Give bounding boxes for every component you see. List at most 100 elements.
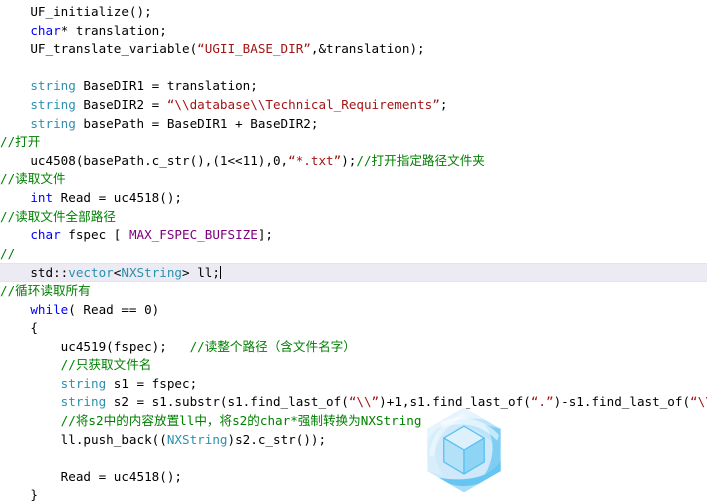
code-token-type: NXString	[166, 431, 228, 447]
code-token-plain: uc4519(fspec);	[60, 338, 190, 354]
code-token-cmt: //	[0, 245, 16, 261]
code-line[interactable]: uc4519(fspec); //读整个路径（含文件名字）	[0, 338, 707, 357]
code-editor[interactable]: UF_initialize(); char* translation; UF_t…	[0, 0, 707, 503]
code-line[interactable]: int Read = uc4518();	[0, 189, 707, 208]
code-line[interactable]: //将s2中的内容放置ll中，将s2的char*强制转换为NXString	[0, 412, 707, 431]
code-token-type: string	[60, 394, 107, 410]
code-token-type: NXString	[121, 265, 183, 281]
code-line[interactable]: //读取文件全部路径	[0, 208, 707, 227]
code-line[interactable]: while( Read == 0)	[0, 301, 707, 320]
code-token-kw: char	[30, 22, 61, 38]
code-line[interactable]: string s2 = s1.substr(s1.find_last_of(“\…	[0, 393, 707, 412]
code-line[interactable]: string s1 = fspec;	[0, 375, 707, 394]
code-token-str: “*.txt”	[288, 152, 342, 168]
code-token-kw: int	[30, 189, 54, 205]
code-token-cmt: //读取文件	[0, 171, 66, 187]
code-line[interactable]: //读取文件	[0, 170, 707, 189]
code-token-cmt: //读整个路径（含文件名字）	[189, 338, 356, 354]
code-token-cmt: //打开指定路径文件夹	[356, 152, 485, 168]
code-token-plain: fspec [	[60, 227, 129, 243]
code-token-type: string	[60, 375, 107, 391]
code-line[interactable]: Read = uc4518();	[0, 468, 707, 487]
code-token-plain: <	[113, 265, 122, 281]
code-line[interactable]: }	[0, 486, 707, 503]
code-line[interactable]: std::vector<NXString> ll;	[0, 263, 707, 282]
code-token-str: “.”	[530, 394, 554, 410]
code-token-plain: * translation;	[60, 22, 167, 38]
code-line[interactable]: //	[0, 245, 707, 264]
code-line[interactable]: string BaseDIR2 = “\\database\\Technical…	[0, 96, 707, 115]
code-token-plain: )+1,s1.find_last_of(	[379, 394, 531, 410]
code-line[interactable]: UF_initialize();	[0, 3, 707, 22]
code-token-cmt: //循环读取所有	[0, 282, 91, 298]
code-token-type: string	[30, 115, 76, 131]
code-token-cmt: //只获取文件名	[60, 357, 152, 373]
code-line[interactable]: char fspec [ MAX_FSPEC_BUFSIZE];	[0, 226, 707, 245]
code-token-plain: UF_initialize();	[30, 4, 152, 19]
code-token-plain: uc4508(basePath.c_str(),(1<<11),0,	[30, 152, 289, 168]
code-token-type: string	[30, 78, 76, 94]
code-token-plain: > ll;	[182, 265, 220, 281]
code-token-type: string	[30, 96, 76, 112]
code-token-cmt: //将s2中的内容放置ll中，将s2的char*强制转换为NXString	[60, 413, 422, 429]
code-token-plain: ,&translation);	[310, 41, 425, 57]
code-token-str: “\\”	[348, 394, 380, 410]
code-token-plain: }	[30, 487, 38, 503]
code-token-plain: )-s1.find_last_of(	[553, 394, 691, 410]
text-caret	[219, 266, 221, 280]
code-token-plain: basePath = BaseDIR1 + BaseDIR2;	[75, 115, 319, 131]
code-token-kw: char	[30, 227, 61, 243]
code-line[interactable]: //循环读取所有	[0, 282, 707, 301]
code-token-plain: ;	[439, 96, 448, 112]
code-token-plain: {	[30, 320, 38, 336]
code-token-plain: )s2.c_str());	[227, 431, 327, 447]
code-token-plain: UF_translate_variable(	[30, 41, 198, 57]
code-line[interactable]: //只获取文件名	[0, 356, 707, 375]
code-token-cmt: //打开	[0, 134, 41, 150]
code-line[interactable]: {	[0, 319, 707, 338]
code-line[interactable]: ll.push_back((NXString)s2.c_str());	[0, 431, 707, 450]
code-token-plain: BaseDIR1 = translation;	[75, 78, 258, 94]
code-token-plain: std::	[30, 265, 69, 281]
code-token-type: vector	[68, 265, 114, 281]
code-token-plain: ( Read == 0)	[68, 301, 160, 317]
code-token-kw: while	[30, 301, 69, 317]
code-token-plain: Read = uc4518();	[53, 189, 182, 205]
code-token-plain: Read = uc4518();	[60, 468, 182, 484]
code-token-plain: s2 = s1.substr(s1.find_last_of(	[106, 394, 349, 410]
code-token-cmt: //读取文件全部路径	[0, 208, 116, 224]
code-line[interactable]: char* translation;	[0, 22, 707, 41]
code-token-str: “UGII_BASE_DIR”	[197, 41, 311, 57]
code-line[interactable]	[0, 59, 707, 78]
code-token-plain: );	[341, 152, 357, 168]
code-token-str: “\\database\\Technical_Requirements”	[166, 96, 440, 112]
code-line[interactable]	[0, 449, 707, 468]
code-token-plain: ll.push_back((	[60, 431, 167, 447]
code-line[interactable]: uc4508(basePath.c_str(),(1<<11),0,“*.txt…	[0, 152, 707, 171]
code-token-plain: s1 = fspec;	[106, 375, 198, 391]
code-line[interactable]: //打开	[0, 133, 707, 152]
code-line[interactable]: string BaseDIR1 = translation;	[0, 77, 707, 96]
code-line[interactable]: string basePath = BaseDIR1 + BaseDIR2;	[0, 115, 707, 134]
code-line[interactable]: UF_translate_variable(“UGII_BASE_DIR”,&t…	[0, 40, 707, 59]
code-lines-container[interactable]: UF_initialize(); char* translation; UF_t…	[0, 0, 707, 503]
